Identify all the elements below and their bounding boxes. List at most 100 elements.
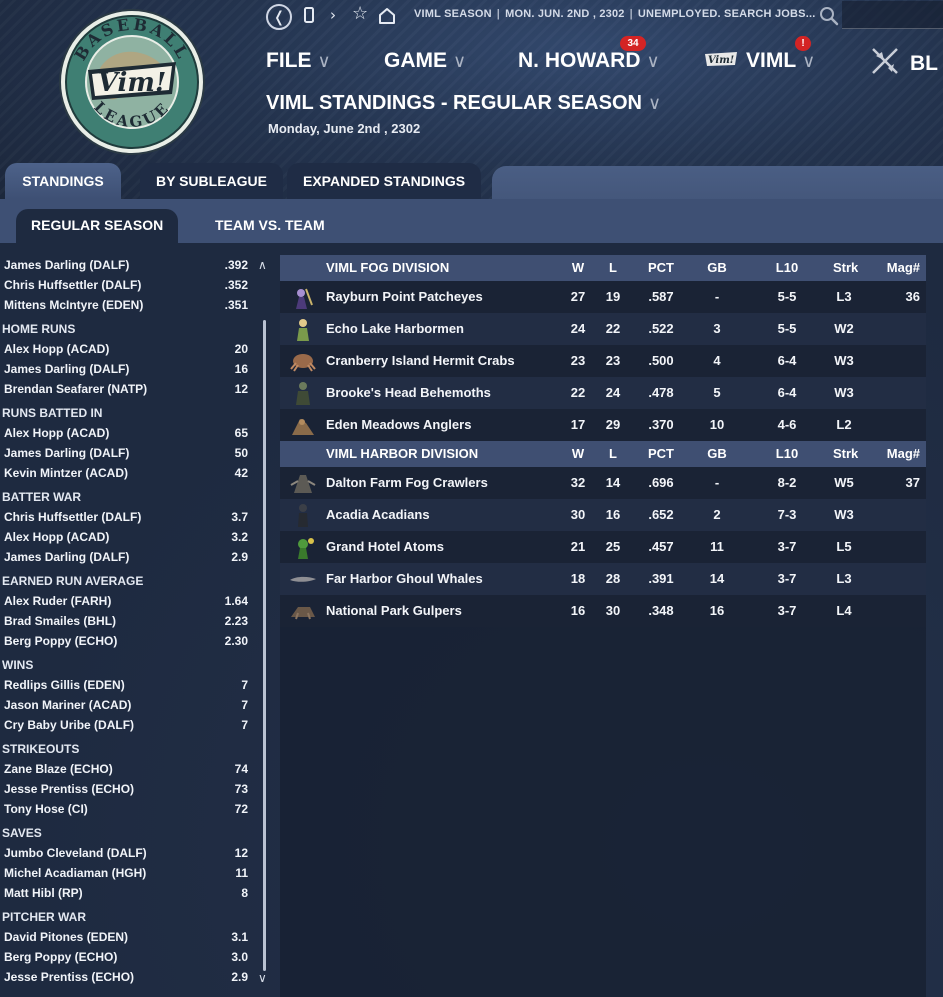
table-row[interactable]: Brooke's Head Behemoths 22 24 .478 5 6-4… — [280, 377, 926, 409]
leader-row[interactable]: James Darling (DALF) 50 — [4, 443, 248, 463]
menu-partial[interactable]: BL — [870, 46, 938, 80]
team-name[interactable]: Brooke's Head Behemoths — [326, 377, 491, 409]
table-row[interactable]: Dalton Farm Fog Crawlers 32 14 .696 - 8-… — [280, 467, 926, 499]
team-name[interactable]: Acadia Acadians — [326, 499, 430, 531]
column-gb[interactable]: GB — [706, 255, 728, 281]
leader-row[interactable]: Berg Poppy (ECHO) 2.30 — [4, 631, 248, 651]
team-name[interactable]: Echo Lake Harbormen — [326, 313, 464, 345]
page-title[interactable]: VIML STANDINGS - REGULAR SEASON ∨ — [266, 92, 661, 115]
column-l10[interactable]: L10 — [772, 441, 802, 467]
team-l10: 8-2 — [777, 475, 797, 490]
tab-by-subleague[interactable]: BY SUBLEAGUE — [140, 163, 283, 199]
column-w[interactable]: W — [567, 441, 589, 467]
leader-row[interactable]: David Pitones (EDEN) 3.1 — [4, 927, 248, 947]
table-row[interactable]: Eden Meadows Anglers 17 29 .370 10 4-6 L… — [280, 409, 926, 441]
leader-row[interactable]: Alex Hopp (ACAD) 65 — [4, 423, 248, 443]
table-row[interactable]: Far Harbor Ghoul Whales 18 28 .391 14 3-… — [280, 563, 926, 595]
subtab-team-vs-team[interactable]: TEAM VS. TEAM — [200, 209, 340, 243]
leader-row[interactable]: Kevin Mintzer (ACAD) 42 — [4, 463, 248, 483]
table-row[interactable]: Grand Hotel Atoms 21 25 .457 11 3-7 L5 — [280, 531, 926, 563]
leader-row[interactable]: James Darling (DALF) .392 — [4, 255, 248, 275]
leader-row[interactable]: James Darling (DALF) 16 — [4, 359, 248, 379]
menu-file[interactable]: FILE ∨ — [266, 46, 331, 80]
team-name[interactable]: Dalton Farm Fog Crawlers — [326, 467, 488, 499]
team-wins: 21 — [570, 539, 586, 554]
search-icon[interactable] — [818, 5, 840, 27]
scrollbar[interactable] — [263, 320, 266, 971]
leader-value: 12 — [234, 382, 248, 396]
menu-league[interactable]: Vim! VIML ∨ ! — [704, 36, 815, 80]
tab-standings[interactable]: STANDINGS — [5, 163, 121, 199]
menu-game[interactable]: GAME ∨ — [384, 46, 466, 80]
column-pct[interactable]: PCT — [642, 441, 680, 467]
column-mag[interactable]: Mag# — [884, 441, 920, 467]
leader-row[interactable]: Jesse Prentiss (ECHO) 73 — [4, 779, 248, 799]
leader-row[interactable]: Alex Hopp (ACAD) 20 — [4, 339, 248, 359]
team-name[interactable]: National Park Gulpers — [326, 595, 462, 627]
leader-row[interactable]: Berg Poppy (ECHO) 3.0 — [4, 947, 248, 967]
team-name[interactable]: Grand Hotel Atoms — [326, 531, 444, 563]
breadcrumb-season[interactable]: VIML SEASON — [414, 8, 492, 20]
ghoul-whale-logo-icon — [290, 576, 316, 582]
team-streak: L4 — [836, 603, 852, 618]
column-strk[interactable]: Strk — [833, 441, 858, 467]
team-name[interactable]: Far Harbor Ghoul Whales — [326, 563, 483, 595]
table-row[interactable]: National Park Gulpers 16 30 .348 16 3-7 … — [280, 595, 926, 627]
column-pct[interactable]: PCT — [642, 255, 680, 281]
tab-expanded-standings[interactable]: EXPANDED STANDINGS — [287, 163, 482, 199]
team-name[interactable]: Rayburn Point Patcheyes — [326, 281, 483, 313]
chevron-down-icon: ∨ — [317, 51, 331, 71]
search-input[interactable] — [842, 1, 943, 29]
column-l[interactable]: L — [602, 255, 624, 281]
breadcrumb-date[interactable]: MON. JUN. 2ND , 2302 — [505, 8, 625, 20]
scroll-up-icon[interactable]: ∧ — [258, 258, 267, 272]
leader-value: 65 — [234, 426, 248, 440]
leader-row[interactable]: Zane Blaze (ECHO) 74 — [4, 759, 248, 779]
table-row[interactable]: Acadia Acadians 30 16 .652 2 7-3 W3 — [280, 499, 926, 531]
leader-row[interactable]: Chris Huffsettler (DALF) 3.7 — [4, 507, 248, 527]
team-wins: 16 — [570, 603, 586, 618]
leader-name: James Darling (DALF) — [4, 258, 130, 272]
leader-row[interactable]: Jason Mariner (ACAD) 7 — [4, 695, 248, 715]
star-icon[interactable]: ☆ — [352, 4, 368, 24]
back-icon[interactable]: ❬ — [266, 4, 292, 30]
leader-row[interactable]: Alex Hopp (ACAD) 3.2 — [4, 527, 248, 547]
column-l10[interactable]: L10 — [772, 255, 802, 281]
leader-row[interactable]: James Darling (DALF) 2.9 — [4, 547, 248, 567]
breadcrumb-status[interactable]: UNEMPLOYED. SEARCH JOBS... — [638, 8, 816, 20]
table-row[interactable]: Echo Lake Harbormen 24 22 .522 3 5-5 W2 — [280, 313, 926, 345]
column-gb[interactable]: GB — [706, 441, 728, 467]
column-mag[interactable]: Mag# — [884, 255, 920, 281]
leader-row[interactable]: Tony Hose (CI) 72 — [4, 799, 248, 819]
leader-row[interactable]: Mittens McIntyre (EDEN) .351 — [4, 295, 248, 315]
leader-row[interactable]: Brendan Seafarer (NATP) 12 — [4, 379, 248, 399]
page-icon[interactable] — [304, 7, 314, 23]
column-l[interactable]: L — [602, 441, 624, 467]
leader-row[interactable]: Brad Smailes (BHL) 2.23 — [4, 611, 248, 631]
leader-row[interactable]: Jumbo Cleveland (DALF) 12 — [4, 843, 248, 863]
team-streak: W5 — [834, 475, 854, 490]
leader-row[interactable]: Michel Acadiaman (HGH) 11 — [4, 863, 248, 883]
leader-name: Alex Ruder (FARH) — [4, 594, 112, 608]
league-logo[interactable]: Vim! BASEBALL LEAGUE — [58, 8, 206, 156]
column-strk[interactable]: Strk — [833, 255, 858, 281]
scroll-down-icon[interactable]: ∨ — [258, 971, 267, 985]
home-icon[interactable] — [378, 7, 396, 24]
subtab-regular-season[interactable]: REGULAR SEASON — [16, 209, 179, 243]
table-row[interactable]: Cranberry Island Hermit Crabs 23 23 .500… — [280, 345, 926, 377]
forward-icon[interactable]: › — [330, 5, 336, 25]
team-wins: 27 — [570, 289, 586, 304]
team-name[interactable]: Eden Meadows Anglers — [326, 409, 471, 441]
leader-row[interactable]: Alex Ruder (FARH) 1.64 — [4, 591, 248, 611]
leader-row[interactable]: Jesse Prentiss (ECHO) 2.9 — [4, 967, 248, 987]
leader-row[interactable]: Cry Baby Uribe (DALF) 7 — [4, 715, 248, 735]
leader-row[interactable]: Chris Huffsettler (DALF) .352 — [4, 275, 248, 295]
team-name[interactable]: Cranberry Island Hermit Crabs — [326, 345, 515, 377]
table-row[interactable]: Rayburn Point Patcheyes 27 19 .587 - 5-5… — [280, 281, 926, 313]
menu-manager[interactable]: N. HOWARD ∨ 34 — [518, 36, 660, 80]
column-w[interactable]: W — [567, 255, 589, 281]
leader-name: Chris Huffsettler (DALF) — [4, 278, 142, 292]
leader-row[interactable]: Redlips Gillis (EDEN) 7 — [4, 675, 248, 695]
hermit-crab-logo-icon — [290, 354, 316, 372]
leader-row[interactable]: Matt Hibl (RP) 8 — [4, 883, 248, 903]
